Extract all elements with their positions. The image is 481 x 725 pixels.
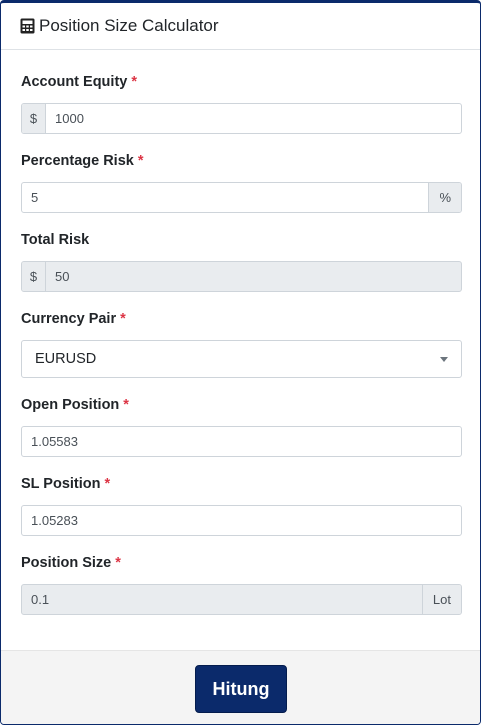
- sl-position-label: SL Position *: [21, 476, 111, 492]
- currency-pair-select[interactable]: EURUSD: [21, 340, 462, 378]
- percentage-risk-label: Percentage Risk *: [21, 153, 144, 169]
- total-risk-input: [46, 262, 461, 291]
- open-position-group: [21, 426, 462, 457]
- position-size-input: [22, 585, 422, 614]
- percentage-risk-input[interactable]: [22, 183, 429, 212]
- lot-suffix: Lot: [421, 585, 461, 614]
- position-size-group: Lot: [21, 584, 462, 615]
- open-position-input[interactable]: [22, 427, 461, 456]
- required-marker: *: [120, 311, 126, 327]
- sl-position-input[interactable]: [22, 506, 461, 535]
- account-equity-label: Account Equity *: [21, 74, 137, 90]
- required-marker: *: [104, 476, 111, 492]
- sl-position-group: [21, 505, 462, 536]
- currency-pair-value: EURUSD: [35, 351, 97, 367]
- required-marker: *: [137, 153, 144, 169]
- card-title: Position Size Calculator: [39, 16, 219, 35]
- position-size-label: Position Size *: [21, 555, 121, 571]
- account-equity-group: $: [21, 103, 462, 134]
- required-marker: *: [115, 555, 121, 571]
- calculator-card: Position Size Calculator Account Equity *…: [0, 0, 481, 725]
- card-header: Position Size Calculator: [1, 3, 480, 50]
- dollar-prefix: $: [22, 262, 46, 291]
- dollar-prefix: $: [22, 104, 46, 133]
- percentage-risk-group: %: [21, 182, 462, 213]
- open-position-label: Open Position *: [21, 397, 129, 413]
- total-risk-group: $: [21, 261, 462, 292]
- card-footer: Hitung: [1, 650, 480, 724]
- required-marker: *: [131, 74, 137, 90]
- calculator-icon: [20, 18, 35, 34]
- total-risk-label: Total Risk: [21, 232, 90, 248]
- card-body: Account Equity* $ Percentage Risk* % Tot…: [1, 50, 480, 650]
- hitung-button[interactable]: Hitung: [195, 665, 287, 713]
- percent-suffix: %: [428, 183, 461, 212]
- currency-pair-label: Currency Pair *: [21, 311, 126, 327]
- dropdown-caret-icon: [440, 356, 448, 362]
- account-equity-input[interactable]: [46, 104, 461, 133]
- required-marker: *: [123, 397, 129, 413]
